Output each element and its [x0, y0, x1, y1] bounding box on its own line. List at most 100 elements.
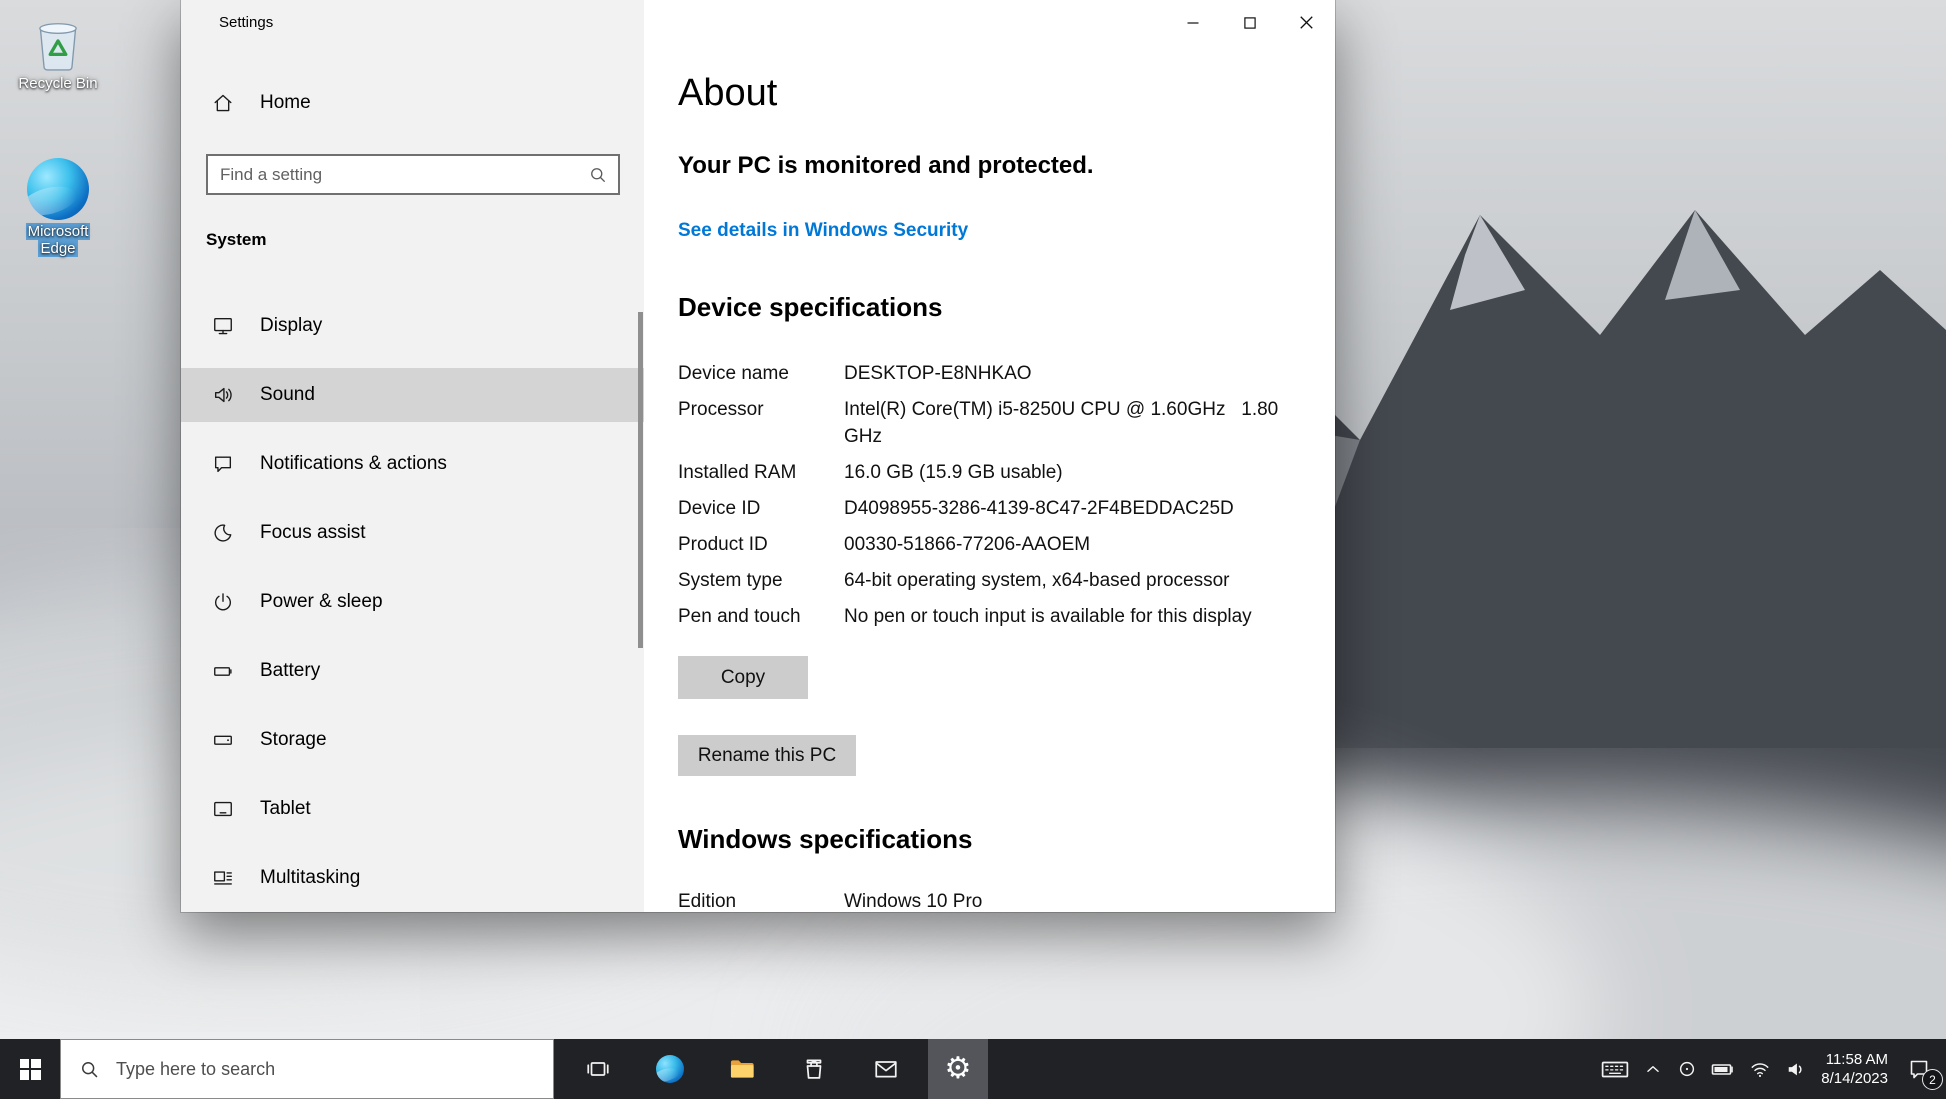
taskbar-edge-button[interactable]	[640, 1039, 700, 1099]
network-status-button[interactable]	[1749, 1059, 1771, 1079]
taskbar: ⚙	[0, 1039, 1946, 1099]
chevron-up-icon	[1643, 1059, 1663, 1079]
gear-icon: ⚙	[945, 1054, 972, 1084]
mail-icon	[873, 1056, 899, 1082]
search-icon	[588, 165, 608, 185]
desktop: Recycle Bin Microsoft Edge Settings H	[0, 0, 1946, 1099]
microsoft-store-button[interactable]	[784, 1039, 844, 1099]
home-icon	[212, 92, 234, 114]
taskbar-clock[interactable]: 11:58 AM 8/14/2023	[1821, 1050, 1888, 1088]
spec-row: Device ID D4098955-3286-4139-8C47-2F4BED…	[678, 495, 1308, 522]
touch-keyboard-icon	[1601, 1058, 1629, 1080]
maximize-icon	[1244, 17, 1256, 29]
settings-search[interactable]	[206, 154, 620, 195]
spec-value: D4098955-3286-4139-8C47-2F4BEDDAC25D	[844, 495, 1289, 522]
spec-label: Pen and touch	[678, 603, 844, 630]
search-icon	[79, 1059, 100, 1080]
file-explorer-button[interactable]	[712, 1039, 772, 1099]
tray-status-button[interactable]	[1677, 1059, 1697, 1079]
notification-badge: 2	[1922, 1069, 1943, 1090]
taskbar-apps: ⚙	[568, 1039, 988, 1099]
copy-button[interactable]: Copy	[678, 656, 808, 699]
taskbar-search-input[interactable]	[114, 1058, 448, 1081]
notifications-icon	[212, 453, 234, 475]
protection-status-heading: Your PC is monitored and protected.	[678, 152, 1094, 180]
spec-label: Device name	[678, 360, 844, 387]
microsoft-store-icon	[801, 1056, 827, 1082]
spec-label: Installed RAM	[678, 459, 844, 486]
sidebar-item-focus-assist[interactable]: Focus assist	[181, 506, 644, 560]
window-title: Settings	[219, 14, 273, 31]
sidebar-item-notifications[interactable]: Notifications & actions	[181, 437, 644, 491]
touch-keyboard-button[interactable]	[1601, 1058, 1629, 1080]
sidebar-item-multitasking[interactable]: Multitasking	[181, 851, 644, 905]
start-button[interactable]	[0, 1039, 60, 1099]
spec-label: Processor	[678, 396, 844, 450]
task-view-button[interactable]	[568, 1039, 628, 1099]
settings-button[interactable]: ⚙	[928, 1039, 988, 1099]
rename-pc-button[interactable]: Rename this PC	[678, 735, 856, 776]
multitasking-icon	[212, 867, 234, 889]
desktop-icon-recycle-bin[interactable]: Recycle Bin	[13, 14, 103, 92]
spec-value: No pen or touch input is available for t…	[844, 603, 1289, 630]
spec-row: Installed RAM 16.0 GB (15.9 GB usable)	[678, 459, 1308, 486]
mail-button[interactable]	[856, 1039, 916, 1099]
settings-search-input[interactable]	[208, 165, 588, 185]
spec-value: 64-bit operating system, x64-based proce…	[844, 567, 1289, 594]
sidebar-item-home[interactable]: Home	[212, 92, 311, 114]
spec-row: Processor Intel(R) Core(TM) i5-8250U CPU…	[678, 396, 1308, 450]
sidebar-item-battery[interactable]: Battery	[181, 644, 644, 698]
close-button[interactable]	[1278, 0, 1335, 45]
windows-specifications-heading: Windows specifications	[678, 824, 972, 855]
window-controls	[1164, 0, 1335, 45]
settings-window: Settings Home System	[181, 0, 1335, 912]
volume-icon	[1785, 1059, 1807, 1079]
battery-icon	[1711, 1059, 1735, 1079]
battery-status-button[interactable]	[1711, 1059, 1735, 1079]
desktop-icon-label: Recycle Bin	[13, 75, 103, 92]
volume-button[interactable]	[1785, 1059, 1807, 1079]
taskbar-search[interactable]	[60, 1039, 554, 1099]
file-explorer-icon	[728, 1055, 756, 1083]
home-label: Home	[260, 92, 311, 114]
device-specs-table: Device name DESKTOP-E8NHKAO Processor In…	[678, 360, 1308, 639]
sidebar-item-storage[interactable]: Storage	[181, 713, 644, 767]
clock-time: 11:58 AM	[1821, 1050, 1888, 1069]
tray-overflow-button[interactable]	[1643, 1059, 1663, 1079]
action-center-button[interactable]: 2	[1902, 1052, 1936, 1086]
edge-icon	[656, 1055, 684, 1083]
windows-logo-icon	[20, 1059, 41, 1080]
sidebar-item-display[interactable]: Display	[181, 299, 644, 353]
minimize-icon	[1187, 17, 1199, 29]
spec-label: System type	[678, 567, 844, 594]
spec-label: Device ID	[678, 495, 844, 522]
sidebar-item-power-sleep[interactable]: Power & sleep	[181, 575, 644, 629]
sidebar-section-title: System	[206, 230, 266, 250]
display-icon	[212, 315, 234, 337]
storage-icon	[212, 729, 234, 751]
tablet-icon	[212, 798, 234, 820]
spec-label: Edition	[678, 888, 844, 912]
spec-row: Product ID 00330-51866-77206-AAOEM	[678, 531, 1308, 558]
spec-value: 16.0 GB (15.9 GB usable)	[844, 459, 1289, 486]
sound-icon	[212, 384, 234, 406]
spec-value: Intel(R) Core(TM) i5-8250U CPU @ 1.60GHz…	[844, 396, 1289, 450]
sidebar-item-sound[interactable]: Sound	[181, 368, 644, 422]
sidebar-item-tablet[interactable]: Tablet	[181, 782, 644, 836]
spec-value: DESKTOP-E8NHKAO	[844, 360, 1289, 387]
settings-sidebar: Settings Home System	[181, 0, 644, 912]
sidebar-scrollbar[interactable]	[638, 312, 643, 648]
edge-icon	[13, 158, 103, 220]
spec-row: Edition Windows 10 Pro	[678, 888, 1308, 912]
task-view-icon	[585, 1056, 611, 1082]
maximize-button[interactable]	[1221, 0, 1278, 45]
recycle-bin-icon	[13, 14, 103, 72]
spec-label: Product ID	[678, 531, 844, 558]
clock-date: 8/14/2023	[1821, 1069, 1888, 1088]
windows-specs-table: Edition Windows 10 Pro	[678, 888, 1308, 912]
minimize-button[interactable]	[1164, 0, 1221, 45]
spec-value: 00330-51866-77206-AAOEM	[844, 531, 1289, 558]
network-wifi-icon	[1749, 1059, 1771, 1079]
windows-security-link[interactable]: See details in Windows Security	[678, 220, 968, 242]
desktop-icon-microsoft-edge[interactable]: Microsoft Edge	[13, 158, 103, 257]
